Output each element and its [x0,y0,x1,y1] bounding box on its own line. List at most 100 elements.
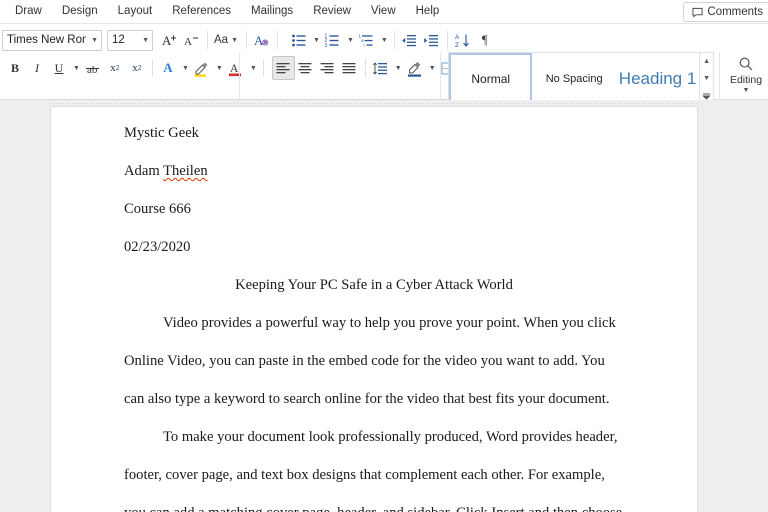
chevron-down-icon[interactable]: ▼ [229,37,240,44]
menu-item-help[interactable]: Help [407,1,449,22]
doc-paragraph-1: Video provides a powerful way to help yo… [124,304,624,418]
clear-formatting-icon[interactable]: A [251,28,273,52]
show-formatting-marks-button[interactable]: ¶ [474,28,496,52]
svg-text:A: A [230,63,239,75]
increase-indent-icon[interactable] [421,28,443,52]
menu-item-mailings[interactable]: Mailings [242,1,302,22]
bold-button[interactable]: B [4,56,26,80]
chevron-down-icon[interactable]: ▼ [345,37,356,44]
style-tile-heading-1-label: Heading 1 [619,69,697,89]
doc-line-author-site: Mystic Geek [124,114,624,152]
toolbar-separator [263,59,264,77]
style-tile-normal-label: Normal [471,72,510,86]
font-name-input[interactable]: Times New Roman ▼ [2,30,102,51]
comments-button[interactable]: Comments [683,2,768,22]
ruler-track [51,103,697,104]
chevron-down-icon[interactable]: ▼ [86,37,98,44]
text-effects-button[interactable]: A [157,56,179,80]
increase-font-size-icon[interactable]: A [159,28,181,52]
chevron-down-icon[interactable]: ▼ [137,37,149,44]
superscript-index: 2 [138,65,142,72]
underline-label: U [55,61,64,76]
document-area[interactable]: Mystic Geek Adam Theilen Course 666 02/2… [0,100,768,512]
comments-button-label: Comments [707,6,763,18]
svg-text:3: 3 [325,42,328,48]
style-tile-heading-1[interactable]: Heading 1 [616,53,699,105]
strikethrough-icon[interactable]: ab [82,56,104,80]
toolbar-separator [152,59,153,77]
multilevel-list-icon[interactable]: 1 a i [356,28,378,52]
doc-paragraph-2: To make your document look professionall… [124,418,624,512]
styles-gallery-scrollbar[interactable]: ▲ ▼ [699,53,713,105]
menu-item-layout[interactable]: Layout [109,1,162,22]
toolbar-separator [365,59,366,77]
toolbar-separator [447,31,448,49]
svg-text:ab: ab [87,64,98,76]
font-color-button[interactable]: A [225,56,247,80]
svg-text:A: A [162,33,172,48]
bold-label: B [11,61,19,76]
doc-line-author-name: Adam Theilen [124,152,624,190]
chevron-down-icon[interactable]: ▼ [311,37,322,44]
align-center-icon[interactable] [295,56,317,80]
style-tile-normal[interactable]: Normal [449,53,532,105]
chevron-down-icon[interactable]: ▼ [379,37,390,44]
scroll-down-icon[interactable]: ▼ [703,74,710,83]
chevron-down-icon[interactable]: ▼ [180,65,191,72]
justify-icon[interactable] [339,56,361,80]
doc-line-course: Course 666 [124,190,624,228]
numbering-icon[interactable]: 1 2 3 [322,28,344,52]
toolbar-separator [246,31,247,49]
ribbon: Times New Roman ▼ 12 ▼ A A [0,24,768,100]
pilcrow-icon: ¶ [482,32,488,48]
horizontal-ruler[interactable] [0,100,768,107]
menu-item-references[interactable]: References [163,1,240,22]
document-page[interactable]: Mystic Geek Adam Theilen Course 666 02/2… [51,107,697,512]
line-spacing-icon[interactable] [370,56,392,80]
chevron-down-icon[interactable]: ▼ [743,87,750,95]
style-tile-no-spacing[interactable]: No Spacing [532,53,615,105]
menu-item-design[interactable]: Design [53,1,107,22]
toolbar-separator [207,31,208,49]
sort-icon[interactable]: A Z [452,28,474,52]
svg-text:A: A [455,34,460,41]
menu-item-review[interactable]: Review [304,1,360,22]
chevron-down-icon[interactable]: ▼ [71,65,82,72]
superscript-button[interactable]: x2 [126,56,148,80]
text-highlight-color-icon[interactable] [191,56,213,80]
font-size-value: 12 [112,34,137,46]
chevron-down-icon[interactable]: ▼ [427,65,438,72]
align-left-icon[interactable] [272,56,295,80]
font-size-input[interactable]: 12 ▼ [107,30,153,51]
doc-author-first: Adam [124,163,163,179]
toolbar-separator [394,31,395,49]
menu-item-view[interactable]: View [362,1,405,22]
decrease-font-size-icon[interactable]: A [181,28,203,52]
svg-text:Z: Z [455,42,459,49]
svg-text:A: A [184,36,192,48]
bullets-icon[interactable] [288,28,310,52]
subscript-index: 2 [116,65,120,72]
text-effects-label: A [163,60,172,76]
scroll-up-icon[interactable]: ▲ [703,57,710,66]
decrease-indent-icon[interactable] [399,28,421,52]
ribbon-row-top: Times New Roman ▼ 12 ▼ A A [0,26,768,54]
menu-item-draw[interactable]: Draw [6,1,51,22]
search-icon[interactable] [738,56,754,72]
svg-text:i: i [364,42,365,47]
menu-bar: Draw Design Layout References Mailings R… [0,0,768,24]
chevron-down-icon[interactable]: ▼ [248,65,259,72]
change-case-label: Aa [214,34,228,46]
document-body[interactable]: Mystic Geek Adam Theilen Course 666 02/2… [124,114,624,512]
editing-group-label: Editing [730,74,762,86]
subscript-button[interactable]: x2 [104,56,126,80]
underline-button[interactable]: U [48,56,70,80]
comment-bubble-icon [692,7,703,18]
chevron-down-icon[interactable]: ▼ [214,65,225,72]
align-right-icon[interactable] [317,56,339,80]
change-case-button[interactable]: Aa ▼ [212,28,242,52]
svg-text:A: A [254,33,264,48]
italic-button[interactable]: I [26,56,48,80]
shading-icon[interactable] [404,56,426,80]
chevron-down-icon[interactable]: ▼ [393,65,404,72]
